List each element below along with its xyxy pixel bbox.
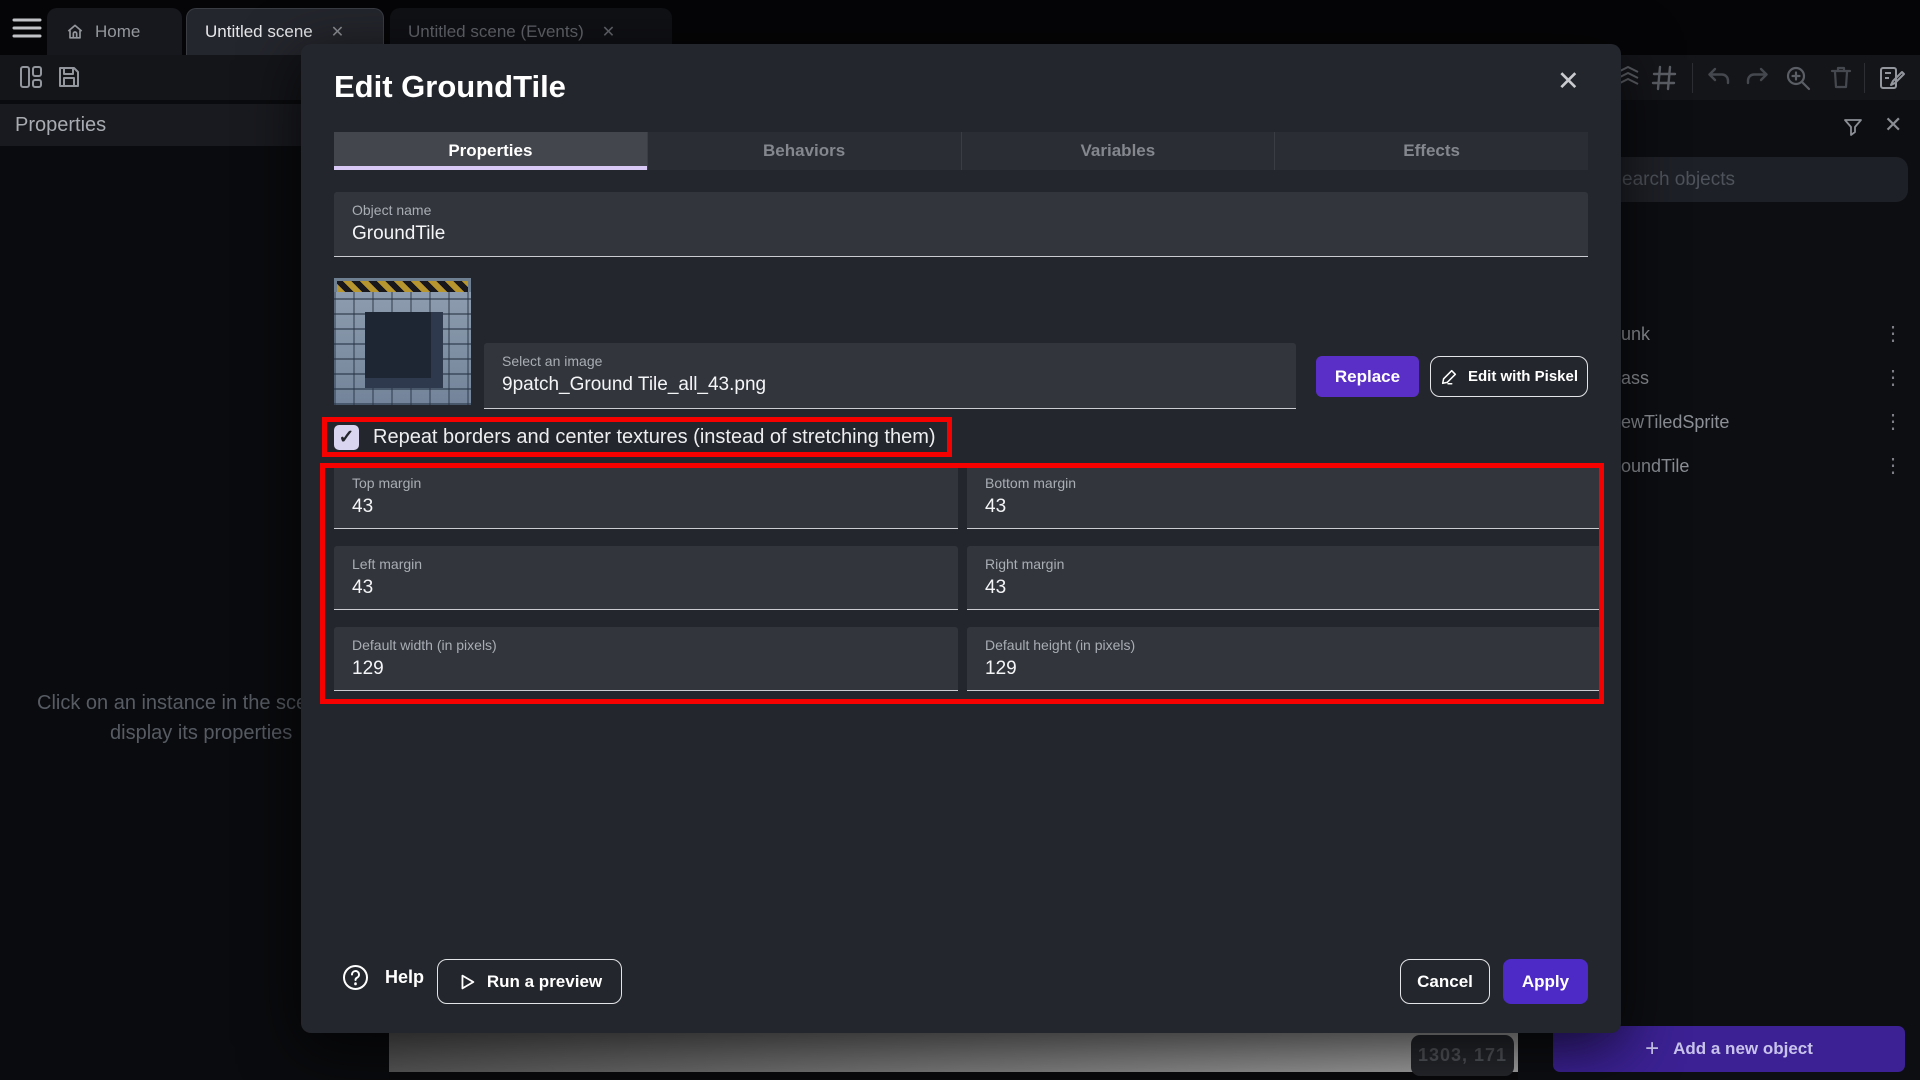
top-margin-label: Top margin [352,475,421,491]
checkmark-icon: ✓ [339,426,355,449]
edit-object-dialog: Edit GroundTile ✕ Properties Behaviors V… [301,44,1621,1033]
cursor-coordinates-badge: 1303, 171 [1411,1035,1514,1076]
object-name: ewTiledSprite [1621,412,1729,433]
left-margin-field[interactable]: Left margin 43 [334,546,958,610]
tab-home-label: Home [95,22,140,42]
grid-icon[interactable] [1650,64,1678,92]
tab-behaviors[interactable]: Behaviors [648,132,962,170]
tile-image-thumbnail[interactable] [334,278,471,405]
object-name: ass [1621,368,1649,389]
help-button[interactable]: Help [342,964,424,991]
tab-effects[interactable]: Effects [1275,132,1588,170]
hamburger-menu-icon[interactable] [12,16,42,40]
tab-untitled-scene-events-label: Untitled scene (Events) [408,22,584,42]
apply-label: Apply [1522,972,1569,992]
tile-center [365,312,443,388]
replace-button-label: Replace [1335,367,1400,387]
add-new-object-label: Add a new object [1673,1039,1813,1059]
default-width-label: Default width (in pixels) [352,637,497,653]
default-height-field[interactable]: Default height (in pixels) 129 [967,627,1602,691]
home-icon [65,22,85,42]
left-margin-label: Left margin [352,556,422,572]
bottom-margin-label: Bottom margin [985,475,1076,491]
repeat-borders-checkbox[interactable]: ✓ [334,425,359,450]
object-name-field-label: Object name [352,202,431,218]
right-margin-field[interactable]: Right margin 43 [967,546,1602,610]
cancel-label: Cancel [1417,972,1473,992]
repeat-borders-row: ✓ Repeat borders and center textures (in… [334,422,936,452]
default-height-value[interactable]: 129 [985,658,1017,680]
select-image-field[interactable]: Select an image 9patch_Ground Tile_all_4… [484,343,1296,409]
object-name-field-value[interactable]: GroundTile [352,223,445,245]
bottom-margin-value[interactable]: 43 [985,496,1006,518]
tab-home[interactable]: Home [47,8,182,55]
tab-untitled-scene-label: Untitled scene [205,22,313,42]
help-icon [342,964,369,991]
plus-icon: + [1645,1035,1659,1063]
object-name: unk [1621,324,1650,345]
gdevelop-app: Home Untitled scene ✕ Untitled scene (Ev… [0,0,1920,1080]
edit-scene-properties-icon[interactable] [1878,64,1906,92]
filter-icon[interactable] [1843,117,1863,137]
play-icon [457,972,477,992]
tab-properties[interactable]: Properties [334,132,648,170]
tab-variables[interactable]: Variables [962,132,1276,170]
tab-untitled-scene-close-icon[interactable]: ✕ [331,22,344,42]
right-margin-label: Right margin [985,556,1064,572]
kebab-menu-icon[interactable]: ⋮ [1883,409,1903,434]
bottom-margin-field[interactable]: Bottom margin 43 [967,465,1602,529]
layout-columns-icon[interactable] [18,64,44,90]
left-margin-value[interactable]: 43 [352,577,373,599]
object-name-field[interactable]: Object name GroundTile [334,192,1588,257]
run-preview-label: Run a preview [487,972,602,992]
top-margin-value[interactable]: 43 [352,496,373,518]
select-image-label: Select an image [502,353,602,369]
dialog-close-icon[interactable]: ✕ [1557,66,1580,97]
kebab-menu-icon[interactable]: ⋮ [1883,321,1903,346]
default-width-field[interactable]: Default width (in pixels) 129 [334,627,958,691]
undo-icon[interactable] [1706,64,1732,90]
right-margin-value[interactable]: 43 [985,577,1006,599]
zoom-in-icon[interactable] [1784,64,1812,92]
dialog-tabstrip: Properties Behaviors Variables Effects [334,132,1588,170]
save-icon[interactable] [56,64,82,90]
pencil-icon [1440,368,1458,386]
cancel-button[interactable]: Cancel [1400,959,1490,1004]
toolbar-separator [1864,63,1865,93]
run-preview-button[interactable]: Run a preview [437,959,622,1004]
redo-icon[interactable] [1744,64,1770,90]
trash-icon[interactable] [1828,64,1854,90]
toolbar-separator [1692,63,1693,93]
objects-panel-close-icon[interactable]: ✕ [1884,112,1902,138]
help-label: Help [385,967,424,988]
select-image-value[interactable]: 9patch_Ground Tile_all_43.png [502,374,766,396]
kebab-menu-icon[interactable]: ⋮ [1883,453,1903,478]
edit-with-piskel-label: Edit with Piskel [1468,368,1578,385]
kebab-menu-icon[interactable]: ⋮ [1883,365,1903,390]
properties-empty-hint-line1: Click on an instance in the sce [37,692,307,715]
repeat-borders-label: Repeat borders and center textures (inst… [373,426,936,449]
properties-empty-hint-line2: display its properties [110,722,292,745]
default-width-value[interactable]: 129 [352,658,384,680]
tab-untitled-scene-events-close-icon[interactable]: ✕ [602,22,615,42]
default-height-label: Default height (in pixels) [985,637,1135,653]
replace-image-button[interactable]: Replace [1316,356,1419,397]
apply-button[interactable]: Apply [1503,959,1588,1004]
tile-hazard-stripe [337,281,468,292]
object-name: oundTile [1621,456,1689,477]
top-margin-field[interactable]: Top margin 43 [334,465,958,529]
scene-canvas-edge [389,1072,1518,1080]
edit-with-piskel-button[interactable]: Edit with Piskel [1430,356,1588,397]
dialog-title: Edit GroundTile [334,69,566,105]
